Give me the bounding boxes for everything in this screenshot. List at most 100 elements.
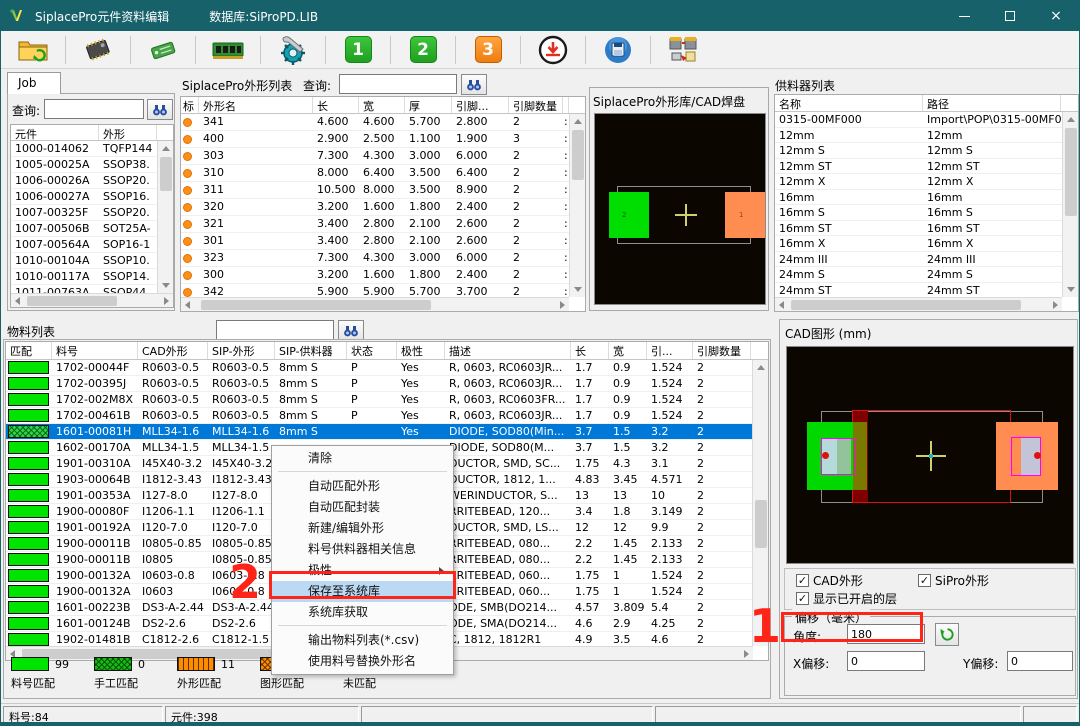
job-hscroll-thumb[interactable]	[27, 296, 117, 306]
job-row[interactable]: 1006-00026A SSOP20.	[11, 173, 173, 189]
feeder-row[interactable]: 12mm 12mm	[775, 128, 1078, 144]
mat-col-sipfeeder[interactable]: SIP-供料器	[275, 342, 347, 359]
feeder-col-name[interactable]: 名称	[775, 95, 923, 111]
rotate-button[interactable]	[935, 623, 959, 646]
save-button[interactable]	[600, 34, 636, 66]
step-3-button[interactable]: 3	[470, 34, 506, 66]
mat-col-polarity[interactable]: 极性	[397, 342, 445, 359]
feeder-vscroll-thumb[interactable]	[1065, 128, 1077, 216]
mat-col-cadshape[interactable]: CAD外形	[138, 342, 208, 359]
job-hscrollbar[interactable]	[11, 293, 173, 307]
shape-col-clipped[interactable]	[563, 97, 569, 113]
context-menu-item[interactable]: 输出物料列表(*.csv)	[272, 630, 453, 651]
job-row[interactable]: 1006-00027A SSOP16.	[11, 189, 173, 205]
step-1-button[interactable]: 1	[340, 34, 376, 66]
mat-col-sipshape[interactable]: SIP-外形	[208, 342, 275, 359]
mat-col-pincount[interactable]: 引脚数量	[693, 342, 751, 359]
cad-shape-checkbox[interactable]: ✓ CAD外形	[796, 572, 863, 589]
job-row[interactable]: 1010-00104A SSOP10.	[11, 253, 173, 269]
download-button[interactable]	[535, 34, 571, 66]
material-row[interactable]: 1601-00081H MLL34-1.6 MLL34-1.6 8mm S Ye…	[6, 424, 768, 440]
x-offset-input[interactable]	[847, 651, 925, 671]
feeder-row[interactable]: 16mm S 16mm S	[775, 205, 1078, 221]
shape-search-button[interactable]	[461, 74, 487, 95]
job-row[interactable]: 1010-00117A SSOP14.	[11, 269, 173, 285]
memory-button[interactable]	[210, 34, 246, 66]
material-row[interactable]: 1702-00461B R0603-0.5 R0603-0.5 8mm S P …	[6, 408, 768, 424]
job-search-input[interactable]	[44, 99, 144, 119]
feeder-hscrollbar[interactable]	[775, 297, 1062, 311]
shape-vscroll-thumb[interactable]	[572, 130, 584, 180]
tools-button[interactable]	[275, 34, 311, 66]
open-folder-button[interactable]	[15, 34, 51, 66]
shape-row[interactable]: 300 3.200 1.600 1.800 2.400 2 :	[181, 267, 585, 284]
feeder-row[interactable]: 16mm X 16mm X	[775, 236, 1078, 252]
shape-row[interactable]: 310 8.000 6.400 3.500 6.400 2 :	[181, 165, 585, 182]
tab-job[interactable]: Job	[7, 72, 61, 94]
mat-col-description[interactable]: 描述	[445, 342, 571, 359]
shape-row[interactable]: 321 3.400 2.800 2.100 2.600 2 :	[181, 216, 585, 233]
context-menu-item[interactable]: 新建/编辑外形	[272, 518, 453, 539]
material-row[interactable]: 1702-00044F R0603-0.5 R0603-0.5 8mm S P …	[6, 360, 768, 376]
shape-row[interactable]: 323 7.300 4.300 3.000 6.000 2 :	[181, 250, 585, 267]
context-menu-item[interactable]: 料号供料器相关信息	[272, 539, 453, 560]
shape-row[interactable]: 400 2.900 2.500 1.100 1.900 3 :	[181, 131, 585, 148]
material-row[interactable]: 1702-00395J R0603-0.5 R0603-0.5 8mm S P …	[6, 376, 768, 392]
job-row[interactable]: 1011-00763A SSOP44	[11, 285, 173, 293]
shape-row[interactable]: 342 5.900 5.900 5.700 3.700 2 :	[181, 284, 585, 297]
feeder-row[interactable]: 24mm S 24mm S	[775, 267, 1078, 283]
job-row[interactable]: 1007-00564A SOP16-1	[11, 237, 173, 253]
feeder-hscroll-thumb[interactable]	[791, 300, 1021, 310]
job-row[interactable]: 1000-014062 TQFP144	[11, 141, 173, 157]
step-2-button[interactable]: 2	[405, 34, 441, 66]
feeder-row[interactable]: 24mm III 24mm III	[775, 252, 1078, 268]
feeder-row[interactable]: 16mm 16mm	[775, 190, 1078, 206]
shape-row[interactable]: 320 3.200 1.600 1.800 2.400 2 :	[181, 199, 585, 216]
sipro-shape-checkbox[interactable]: ✓ SiPro外形	[918, 572, 989, 589]
job-row[interactable]: 1007-00506B SOT25A-	[11, 221, 173, 237]
sync-button[interactable]	[665, 34, 701, 66]
shape-col-mark[interactable]: 标	[181, 97, 199, 113]
shape-col-name[interactable]: 外形名	[199, 97, 313, 113]
material-vscroll-thumb[interactable]	[755, 500, 767, 548]
shape-col-length[interactable]: 长	[313, 97, 359, 113]
job-col-component[interactable]: 元件	[11, 125, 99, 140]
job-vscroll-thumb[interactable]	[160, 157, 172, 191]
context-menu-item[interactable]: 自动匹配封装	[272, 497, 453, 518]
shape-hscrollbar[interactable]	[181, 297, 569, 311]
mat-col-length[interactable]: 长	[571, 342, 609, 359]
y-offset-input[interactable]	[1007, 651, 1073, 671]
feeder-row[interactable]: 12mm ST 12mm ST	[775, 159, 1078, 175]
mat-col-pitch[interactable]: 引...	[647, 342, 693, 359]
maximize-button[interactable]	[987, 1, 1033, 31]
job-vscrollbar[interactable]	[157, 141, 173, 293]
mat-col-status[interactable]: 状态	[347, 342, 397, 359]
feeder-vscrollbar[interactable]	[1062, 112, 1078, 297]
context-menu-item[interactable]: 使用料号替换外形名	[272, 651, 453, 672]
component-button[interactable]	[80, 34, 116, 66]
feeder-row[interactable]: 16mm ST 16mm ST	[775, 221, 1078, 237]
feeder-col-path[interactable]: 路径	[923, 95, 1061, 111]
shape-col-thickness[interactable]: 厚	[405, 97, 452, 113]
job-row[interactable]: 1007-00325F SSOP20.	[11, 205, 173, 221]
material-search-button[interactable]	[338, 320, 364, 341]
show-layers-checkbox[interactable]: ✓ 显示已开启的层	[796, 590, 897, 607]
feeder-row[interactable]: 24mm ST 24mm ST	[775, 283, 1078, 298]
shape-row[interactable]: 301 3.400 2.800 2.100 2.600 2 :	[181, 233, 585, 250]
shape-col-pincount[interactable]: 引脚数量	[509, 97, 563, 113]
shape-col-width[interactable]: 宽	[359, 97, 405, 113]
close-button[interactable]: ×	[1033, 1, 1079, 31]
job-col-shape[interactable]: 外形	[99, 125, 157, 140]
minimize-button[interactable]	[941, 1, 987, 31]
tag-button[interactable]	[145, 34, 181, 66]
mat-col-match[interactable]: 匹配	[6, 342, 52, 359]
context-menu-item[interactable]: 系统库获取	[272, 602, 453, 623]
shape-col-pitch[interactable]: 引脚...	[452, 97, 509, 113]
shape-hscroll-thumb[interactable]	[201, 300, 431, 310]
feeder-row[interactable]: 12mm S 12mm S	[775, 143, 1078, 159]
context-menu-item[interactable]: 自动匹配外形	[272, 476, 453, 497]
feeder-row[interactable]: 12mm X 12mm X	[775, 174, 1078, 190]
shape-row[interactable]: 303 7.300 4.300 3.000 6.000 2 :	[181, 148, 585, 165]
mat-col-width[interactable]: 宽	[609, 342, 647, 359]
job-search-button[interactable]	[147, 99, 173, 120]
